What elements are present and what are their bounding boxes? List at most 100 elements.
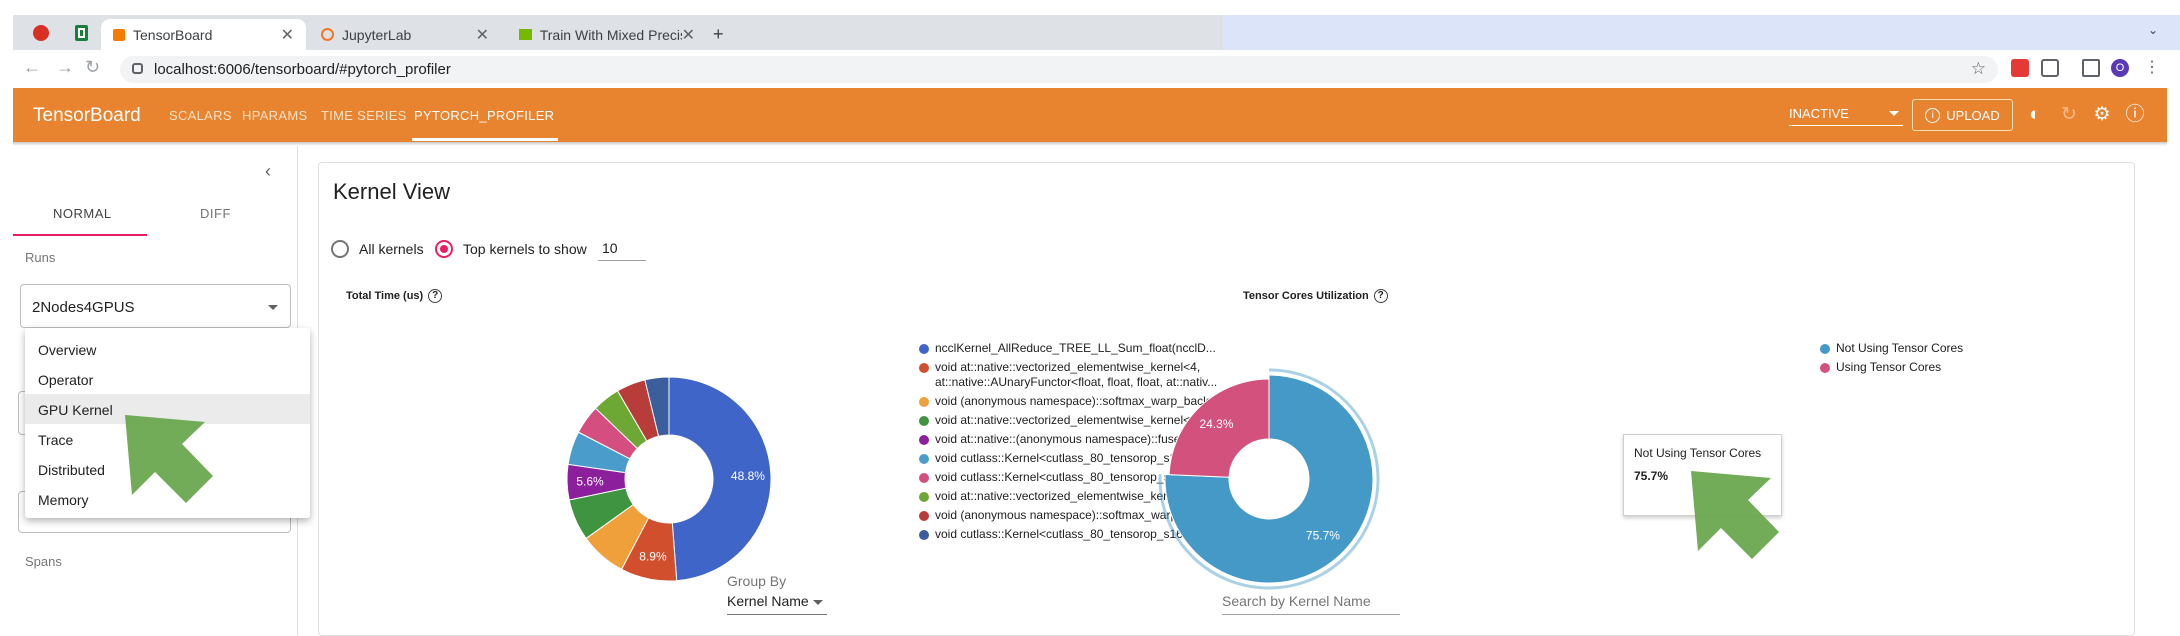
- tab-normal[interactable]: NORMAL: [53, 206, 112, 221]
- total-time-title: Total Time (us)?: [346, 289, 443, 303]
- pinned-tab-sheets[interactable]: [63, 19, 99, 47]
- tab-title: Train With Mixed Precision - N: [539, 26, 682, 43]
- legend-swatch: [919, 397, 929, 407]
- radio-all-kernels-label: All kernels: [359, 241, 424, 257]
- close-icon[interactable]: ✕: [682, 25, 695, 45]
- brand-title: TensorBoard: [33, 105, 141, 126]
- theme-toggle-icon[interactable]: ◐: [2024, 104, 2046, 126]
- menu-item-operator[interactable]: Operator: [25, 364, 310, 394]
- nvidia-favicon: [519, 29, 532, 40]
- upload-label: UPLOAD: [1946, 107, 2000, 123]
- total-time-title-text: Total Time (us): [346, 289, 424, 302]
- menu-item-overview[interactable]: Overview: [25, 334, 310, 364]
- forward-icon[interactable]: →: [56, 57, 74, 78]
- red-app-icon: [33, 25, 49, 41]
- tab-title: JupyterLab: [342, 26, 412, 43]
- slice-data-label: 5.6%: [576, 474, 604, 488]
- upload-button[interactable]: i UPLOAD: [1912, 99, 2013, 131]
- back-icon[interactable]: ←: [23, 57, 41, 78]
- kernel-view-panel: Kernel View All kernels Top kernels to s…: [318, 162, 2135, 636]
- tab-bar-empty-area: [1223, 15, 2180, 50]
- reload-data-icon[interactable]: ↻: [2058, 104, 2080, 126]
- plugin-status-select[interactable]: INACTIVE: [1789, 106, 1903, 126]
- legend-swatch: [919, 454, 929, 464]
- tab-jupyterlab[interactable]: JupyterLab ✕: [309, 19, 501, 50]
- group-by-label: Group By: [727, 573, 787, 589]
- nav-hparams[interactable]: HPARAMS: [242, 108, 307, 123]
- active-tab-indicator: [13, 234, 147, 236]
- active-nav-indicator: [412, 138, 558, 141]
- tab-search-icon[interactable]: ⌄: [2148, 23, 2158, 37]
- legend-swatch: [1820, 363, 1830, 373]
- radio-top-kernels[interactable]: [435, 240, 453, 258]
- kernel-search-input[interactable]: Search by Kernel Name: [1222, 593, 1400, 615]
- tensorboard-header: TensorBoard SCALARS HPARAMS TIME SERIES …: [13, 88, 2167, 142]
- chevron-down-icon: [813, 600, 823, 605]
- help-icon[interactable]: ⓘ: [2124, 104, 2146, 126]
- extensions-puzzle-icon[interactable]: [2041, 59, 2059, 77]
- help-circle-icon[interactable]: ?: [428, 289, 443, 303]
- tensor-cores-legend: Not Using Tensor Cores Using Tensor Cores: [1820, 341, 1963, 379]
- new-tab-button[interactable]: +: [705, 19, 735, 50]
- radio-all-kernels[interactable]: [331, 240, 349, 258]
- pointer-arrow-annotation: [125, 415, 213, 503]
- legend-swatch: [919, 511, 929, 521]
- sheets-icon: [74, 25, 88, 41]
- tab-tensorboard[interactable]: TensorBoard ✕: [101, 19, 306, 50]
- legend-swatch: [919, 344, 929, 354]
- slice-data-label: 8.9%: [639, 549, 667, 563]
- close-icon[interactable]: ✕: [281, 25, 294, 45]
- nav-pytorch-profiler[interactable]: PYTORCH_PROFILER: [414, 108, 554, 123]
- url-text: localhost:6006/tensorboard/#pytorch_prof…: [154, 61, 451, 78]
- reload-icon[interactable]: ↻: [85, 57, 100, 78]
- pointer-arrow-annotation: [1691, 471, 1779, 559]
- legend-swatch: [919, 530, 929, 540]
- extension-red-icon[interactable]: [2011, 59, 2029, 77]
- profile-avatar[interactable]: O: [2111, 59, 2129, 77]
- spans-label: Spans: [25, 554, 62, 569]
- settings-gear-icon[interactable]: ⚙: [2091, 104, 2113, 126]
- nav-time-series[interactable]: TIME SERIES: [321, 108, 407, 123]
- plugin-status-value: INACTIVE: [1789, 106, 1849, 121]
- tab-nvidia-docs[interactable]: Train With Mixed Precision - N ✕: [507, 19, 707, 50]
- legend-swatch: [1820, 344, 1830, 354]
- tensor-cores-title-text: Tensor Cores Utilization: [1243, 289, 1369, 302]
- site-info-icon[interactable]: [132, 63, 143, 74]
- legend-label: Using Tensor Cores: [1836, 360, 1942, 374]
- help-circle-icon[interactable]: ?: [1373, 289, 1388, 303]
- legend-label: Not Using Tensor Cores: [1836, 341, 1964, 355]
- header-shadow: [13, 142, 2167, 146]
- info-icon: i: [1925, 107, 1941, 123]
- bookmark-star-icon[interactable]: ☆: [1971, 59, 1986, 79]
- tensor-cores-title: Tensor Cores Utilization?: [1243, 289, 1388, 303]
- tab-diff[interactable]: DIFF: [200, 206, 231, 221]
- group-by-value: Kernel Name: [727, 593, 809, 609]
- run-select-value: 2Nodes4GPUS: [32, 299, 135, 316]
- tensor-cores-donut-chart: 75.7% 24.3%: [1158, 368, 1380, 590]
- tab-title: TensorBoard: [133, 26, 213, 43]
- pinned-tab-red[interactable]: [23, 19, 59, 47]
- legend-swatch: [919, 416, 929, 426]
- run-select[interactable]: 2Nodes4GPUS: [20, 284, 291, 328]
- legend-item[interactable]: Not Using Tensor Cores: [1820, 341, 1963, 356]
- legend-swatch: [919, 363, 929, 373]
- slice-data-label: 48.8%: [731, 469, 765, 483]
- slice-data-label: 24.3%: [1199, 417, 1233, 431]
- legend-swatch: [919, 435, 929, 445]
- address-row: ← → ↻ localhost:6006/tensorboard/#pytorc…: [13, 53, 2180, 83]
- total-time-donut-chart: 48.8% 8.9% 5.6%: [566, 376, 772, 582]
- side-panel-icon[interactable]: [2082, 59, 2100, 77]
- slice-data-label: 75.7%: [1306, 528, 1340, 542]
- close-icon[interactable]: ✕: [476, 25, 489, 45]
- more-menu-icon[interactable]: ⋮: [2143, 59, 2161, 77]
- address-bar[interactable]: localhost:6006/tensorboard/#pytorch_prof…: [120, 56, 1998, 83]
- top-kernels-input[interactable]: 10: [598, 240, 646, 261]
- legend-item[interactable]: Using Tensor Cores: [1820, 360, 1963, 375]
- legend-swatch: [919, 492, 929, 502]
- group-by-select[interactable]: Kernel Name: [727, 593, 827, 615]
- chevron-down-icon: [1889, 111, 1899, 116]
- tab-bar: TensorBoard ✕ JupyterLab ✕ Train With Mi…: [13, 15, 2180, 50]
- nav-scalars[interactable]: SCALARS: [169, 108, 232, 123]
- collapse-sidebar-icon[interactable]: ‹: [265, 161, 271, 182]
- chevron-down-icon: [268, 305, 278, 310]
